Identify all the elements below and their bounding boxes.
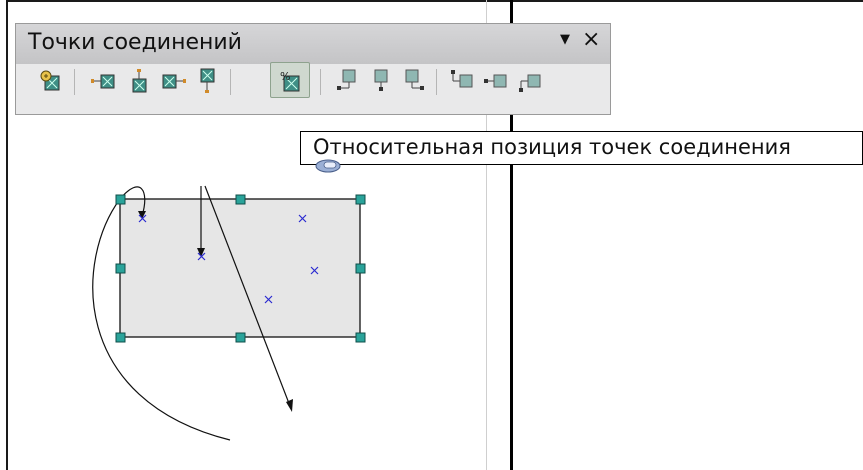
handle-top-right[interactable] [355,194,366,205]
rectangle-shape[interactable] [119,198,361,338]
horizontal-right-icon [405,69,424,90]
handle-top-center[interactable] [235,194,246,205]
glue-points-toolbar: Точки соединений ▼ × % [15,23,611,115]
horizontal-center-icon [374,69,388,91]
toolbar-title: Точки соединений [28,30,242,55]
handle-bottom-center[interactable] [235,332,246,343]
glue-point-vertical-center-button[interactable] [482,64,512,98]
exit-direction-right-button[interactable] [158,64,188,98]
exit-top-icon [132,69,147,93]
tooltip: Относительная позиция точек соединения [300,131,863,165]
glue-point-vertical-top-button[interactable] [448,64,478,98]
exit-direction-top-button[interactable] [124,64,154,98]
glue-point-relative-icon: % [280,70,300,92]
vertical-center-icon [484,74,507,88]
glue-point-horizontal-right-button[interactable] [400,64,430,98]
handle-middle-left[interactable] [115,263,126,274]
diagonal-connector-arrowhead [286,399,293,412]
handle-bottom-right[interactable] [355,332,366,343]
toolbar-separator [230,69,231,95]
vertical-bottom-icon [519,74,541,92]
handle-middle-right[interactable] [355,263,366,274]
exit-bottom-icon [200,68,215,93]
tooltip-text: Относительная позиция точек соединения [313,135,791,159]
svg-text:%: % [280,70,290,83]
close-icon[interactable]: × [582,27,600,53]
toolbar-separator [436,69,437,95]
glue-point-horizontal-left-button[interactable] [331,64,361,98]
vertical-top-icon [451,70,473,88]
exit-direction-bottom-button[interactable] [192,64,222,98]
glue-point-relative-button[interactable]: % [270,62,310,98]
toolbar-separator [74,69,75,95]
handle-top-left[interactable] [115,194,126,205]
exit-left-icon [91,74,115,89]
exit-direction-left-button[interactable] [89,64,119,98]
insert-glue-point-button[interactable] [36,64,66,98]
toolbar-separator [320,69,321,95]
insert-glue-point-icon [40,70,60,91]
horizontal-left-icon [337,69,356,90]
mouse-pointer-icon [315,159,341,173]
glue-point-vertical-bottom-button[interactable] [516,64,546,98]
toolbar-title-bar[interactable]: Точки соединений ▼ × [16,24,610,64]
dropdown-arrow-icon[interactable]: ▼ [560,32,570,47]
glue-point-horizontal-center-button[interactable] [366,64,396,98]
exit-right-icon [162,74,186,89]
handle-bottom-left[interactable] [115,332,126,343]
